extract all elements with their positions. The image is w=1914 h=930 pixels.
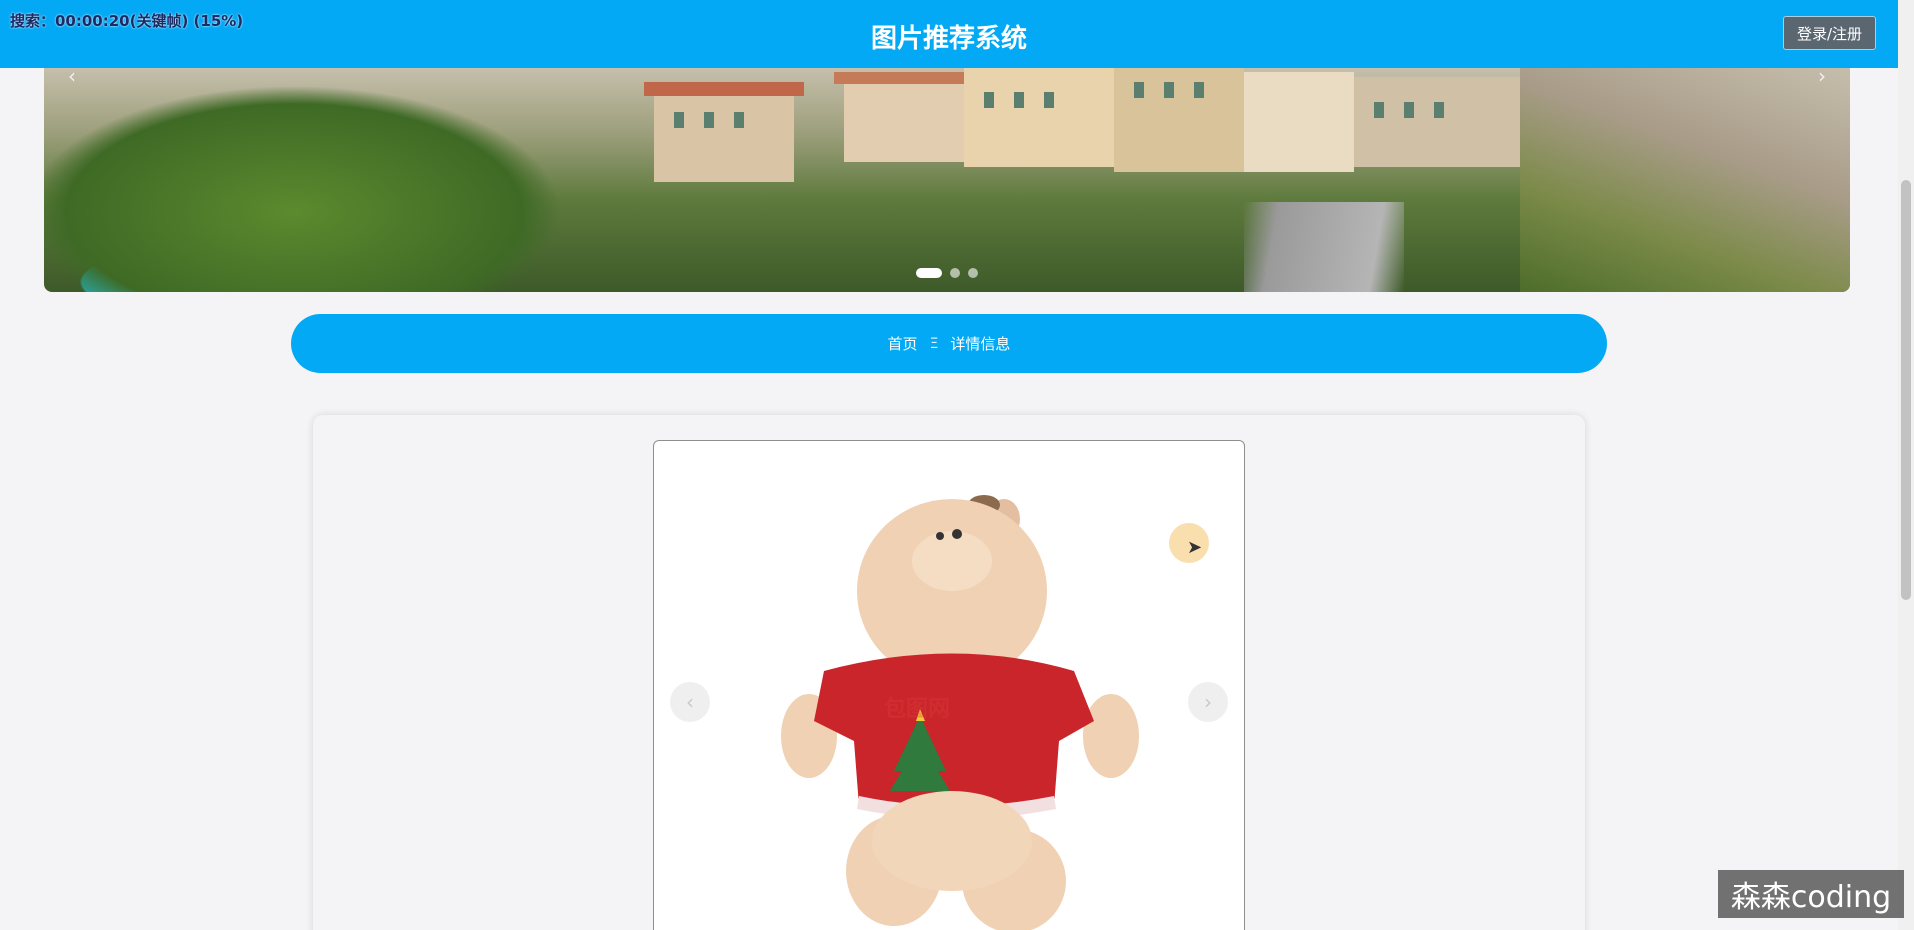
breadcrumb: 首页 Ξ 详情信息 [291, 314, 1607, 373]
banner-carousel[interactable]: ‹ › [44, 62, 1850, 292]
top-navbar: 图片推荐系统 登录/注册 [0, 0, 1898, 68]
site-title: 图片推荐系统 [870, 24, 1027, 54]
cursor-icon: ➤ [1187, 537, 1203, 558]
corner-watermark: 森森coding [1718, 870, 1904, 918]
breadcrumb-home-link[interactable]: 首页 [888, 333, 918, 354]
image-next-button[interactable]: › [1188, 682, 1228, 722]
breadcrumb-separator-icon: Ξ [929, 335, 939, 352]
login-register-button[interactable]: 登录/注册 [1783, 16, 1876, 50]
banner-buildings [644, 62, 1524, 182]
plush-toy-image [781, 495, 1139, 930]
image-watermark: 包图网 [884, 697, 951, 722]
banner-indicators [44, 268, 1850, 278]
page-scrollbar[interactable] [1898, 0, 1914, 930]
detail-image-carousel[interactable]: 包图网 ‹ › ➤ [653, 440, 1245, 930]
banner-dot[interactable] [916, 268, 942, 278]
banner-cliff [1520, 62, 1850, 292]
image-prev-button[interactable]: ‹ [670, 682, 710, 722]
recording-overlay-text: 搜索：00:00:20(关键帧) (15%) [10, 12, 244, 30]
breadcrumb-current: 详情信息 [950, 335, 1011, 353]
banner-dot[interactable] [950, 268, 960, 278]
banner-road [1244, 202, 1404, 292]
scrollbar-thumb[interactable] [1901, 180, 1911, 600]
banner-dot[interactable] [968, 268, 978, 278]
